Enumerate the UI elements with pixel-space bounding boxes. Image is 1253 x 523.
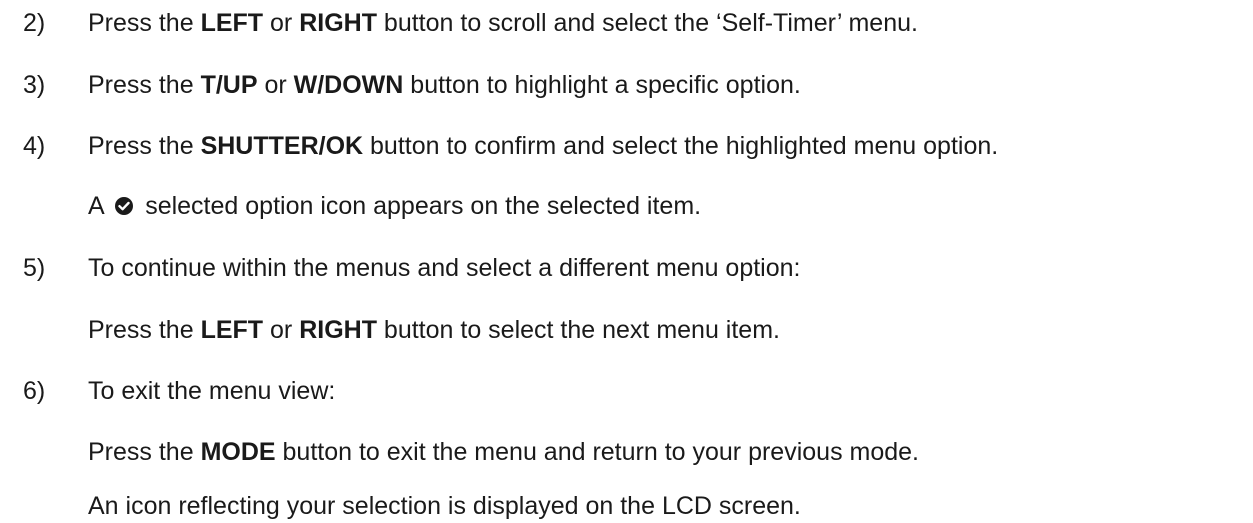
step-subtext: An icon reflecting your selection is dis… <box>88 492 801 520</box>
step-note: A selected option icon appears on the se… <box>88 191 701 221</box>
button-name-bold: LEFT <box>200 9 264 37</box>
button-name-bold: RIGHT <box>299 316 377 344</box>
step-number: 5) <box>23 254 46 282</box>
step-number: 2) <box>23 9 46 37</box>
text-run: or <box>263 9 300 37</box>
step-text: To continue within the menus and select … <box>88 254 801 282</box>
text-run: Press the <box>88 438 201 466</box>
button-name-bold: MODE <box>200 438 276 466</box>
text-run: Press the <box>88 9 201 37</box>
button-name-bold: SHUTTER/OK <box>200 132 364 160</box>
step-text: Press the SHUTTER/OK button to confirm a… <box>88 131 998 161</box>
text-run: Press the <box>88 71 201 99</box>
step-subtext: Press the LEFT or RIGHT button to select… <box>88 315 780 345</box>
text-run: Press the <box>88 316 201 344</box>
text-run: button to select the next menu item. <box>376 316 780 344</box>
step-number: 3) <box>23 71 46 99</box>
step-subtext: Press the MODE button to exit the menu a… <box>88 437 919 467</box>
text-run: button to confirm and select the highlig… <box>363 132 999 160</box>
text-run: or <box>263 316 300 344</box>
check-circle-icon <box>115 197 134 215</box>
text-run: Press the <box>88 132 201 160</box>
text-run: or <box>257 71 294 99</box>
button-name-bold: W/DOWN <box>293 71 404 99</box>
step-text: Press the T/UP or W/DOWN button to highl… <box>88 70 801 100</box>
step-number: 6) <box>23 377 46 405</box>
step-text: Press the LEFT or RIGHT button to scroll… <box>88 8 918 38</box>
button-name-bold: LEFT <box>200 316 264 344</box>
button-name-bold: T/UP <box>200 71 258 99</box>
text-run: selected option icon appears on the sele… <box>138 192 702 220</box>
text-run: button to highlight a specific option. <box>403 71 801 99</box>
text-run: A <box>88 192 111 220</box>
text-run: button to scroll and select the ‘Self-Ti… <box>376 9 918 37</box>
text-run: button to exit the menu and return to yo… <box>275 438 920 466</box>
step-text: To exit the menu view: <box>88 377 336 405</box>
button-name-bold: RIGHT <box>299 9 377 37</box>
step-number: 4) <box>23 132 46 160</box>
